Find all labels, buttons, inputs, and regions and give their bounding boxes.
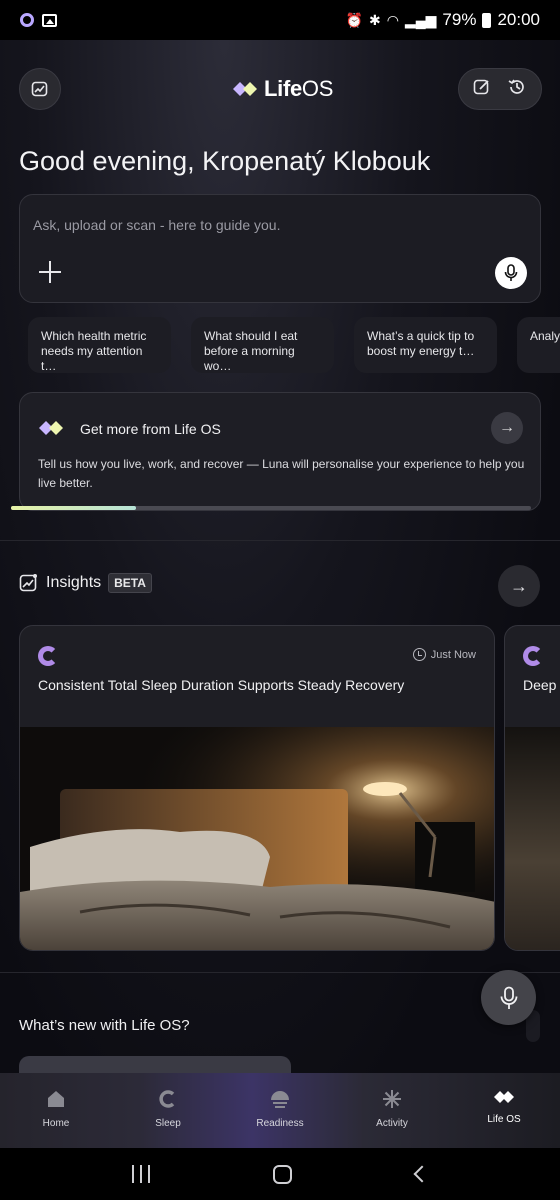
health-chart-button[interactable]: [19, 68, 61, 110]
logo-text-light: OS: [301, 76, 334, 101]
bluetooth-icon: ✱: [369, 11, 381, 28]
sleep-c-icon: [523, 646, 543, 666]
new-chat-button[interactable]: [473, 78, 491, 101]
section-divider: [0, 972, 560, 973]
assistant-ring-icon: [20, 13, 34, 27]
suggestion-chip[interactable]: What’s a quick tip to boost my energy t…: [354, 317, 497, 373]
add-attachment-button[interactable]: [37, 259, 63, 285]
nav-label: Sleep: [155, 1118, 181, 1129]
personalise-progress-bar: [11, 506, 531, 510]
insight-time-text: Just Now: [430, 648, 476, 661]
chart-sparkle-icon: [31, 81, 48, 97]
insight-title: Deep S: [523, 677, 560, 693]
nav-item-lifeos[interactable]: Life OS: [448, 1073, 560, 1148]
insights-title: Insights: [46, 574, 102, 591]
lifeos-logo: LifeOS: [232, 76, 333, 102]
personalise-card-arrow-button[interactable]: →: [491, 412, 523, 444]
status-bar: ⏰ ✱ ◠ ▂▄▆ 79% 20:00: [0, 0, 560, 40]
lifeos-icon: [494, 1091, 514, 1103]
ask-input-box[interactable]: Ask, upload or scan - here to guide you.: [19, 194, 541, 303]
bottom-navigation: Home Sleep Readiness Activity Life OS: [0, 1073, 560, 1148]
suggestion-chip[interactable]: Analy worko: [517, 317, 560, 373]
home-icon: [48, 1091, 64, 1107]
bedroom-photo: [505, 727, 560, 950]
signal-icon: ▂▄▆: [404, 11, 437, 28]
ask-input-placeholder[interactable]: Ask, upload or scan - here to guide you.: [33, 217, 280, 233]
nav-label: Home: [42, 1118, 70, 1129]
wifi-icon: ◠: [386, 11, 399, 28]
home-button[interactable]: [273, 1164, 293, 1184]
sleep-c-icon: [38, 646, 58, 666]
nav-item-home[interactable]: Home: [0, 1073, 112, 1148]
insight-card[interactable]: Deep S: [504, 625, 560, 951]
nav-item-sleep[interactable]: Sleep: [112, 1073, 224, 1148]
readiness-icon: [271, 1091, 289, 1108]
bedroom-photo: [20, 727, 494, 950]
lifeos-diamond-icon: [39, 421, 63, 435]
suggestion-chip[interactable]: Which health metric needs my attention t…: [28, 317, 171, 373]
alarm-icon: ⏰: [345, 11, 364, 28]
insights-see-all-button[interactable]: →: [498, 565, 540, 607]
personalise-card-description: Tell us how you live, work, and recover …: [38, 457, 525, 490]
activity-icon: [383, 1090, 401, 1108]
arrow-right-icon: →: [499, 419, 515, 436]
insights-header: Insights BETA: [19, 573, 152, 593]
insights-chart-icon: [19, 574, 37, 592]
insight-title: Consistent Total Sleep Duration Supports…: [38, 677, 405, 693]
suggestion-chip[interactable]: What should I eat before a morning wo…: [191, 317, 334, 373]
back-button[interactable]: [413, 1165, 431, 1183]
insight-timestamp: Just Now: [412, 648, 476, 661]
logo-text-bold: Life: [264, 76, 302, 101]
recent-apps-button[interactable]: [131, 1165, 150, 1183]
system-navigation-bar: [0, 1148, 560, 1200]
whats-new-title: What’s new with Life OS?: [19, 1017, 190, 1034]
arrow-right-icon: →: [510, 575, 528, 596]
personalise-progress-fill: [11, 506, 136, 510]
battery-icon: [482, 12, 492, 28]
history-icon: [508, 79, 524, 94]
header-actions: [458, 68, 542, 110]
greeting-heading: Good evening, Kropenatý Klobouk: [19, 146, 431, 176]
nav-item-readiness[interactable]: Readiness: [224, 1073, 336, 1148]
insight-card[interactable]: Just Now Consistent Total Sleep Duration…: [19, 625, 495, 951]
voice-input-button[interactable]: [495, 257, 527, 289]
app-screen: LifeOS Good evening, Kropenatý Klobouk A…: [0, 40, 560, 1148]
history-button[interactable]: [507, 77, 527, 102]
nav-label: Readiness: [256, 1118, 304, 1129]
section-divider: [0, 540, 560, 541]
clock-time: 20:00: [497, 10, 540, 29]
edit-icon: [473, 79, 489, 94]
microphone-icon: [500, 986, 517, 1009]
sleep-icon: [159, 1090, 175, 1108]
lifeos-diamond-icon: [233, 82, 257, 96]
floating-voice-button[interactable]: [481, 970, 536, 1025]
personalise-card[interactable]: Get more from Life OS → Tell us how you …: [19, 392, 541, 511]
clock-icon: [412, 648, 426, 661]
microphone-icon: [504, 264, 518, 281]
beta-badge: BETA: [108, 573, 152, 593]
battery-percentage: 79%: [442, 10, 477, 29]
image-notification-icon: [42, 13, 57, 27]
nav-label: Life OS: [487, 1114, 521, 1125]
nav-item-activity[interactable]: Activity: [336, 1073, 448, 1148]
personalise-card-title: Get more from Life OS: [80, 421, 221, 437]
nav-label: Activity: [376, 1118, 408, 1129]
suggestion-chips: Which health metric needs my attention t…: [28, 317, 560, 373]
